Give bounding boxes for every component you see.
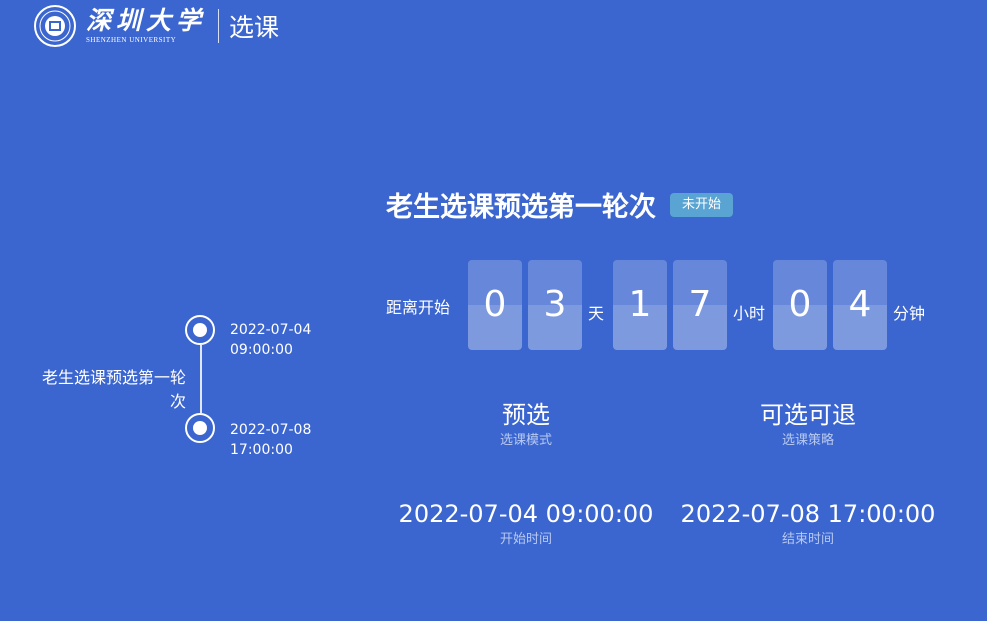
course-selection-page: 深圳大学 SHENZHEN UNIVERSITY 选课 老生选课预选第一轮次 2…	[0, 0, 987, 621]
timeline-end-date: 2022-07-08	[230, 422, 312, 438]
selection-mode-value: 预选	[502, 401, 550, 429]
selection-mode-label: 选课模式	[499, 433, 552, 448]
round-title: 老生选课预选第一轮次	[386, 192, 656, 223]
selection-strategy-label: 选课策略	[781, 433, 834, 448]
countdown: 距离开始 0 3 天 1 7 小时 0 4 分钟	[386, 260, 946, 350]
countdown-hours-unit: 小时	[733, 304, 766, 323]
timeline-start-dot	[185, 315, 215, 345]
countdown-minutes-ones: 4	[833, 260, 887, 350]
header: 深圳大学 SHENZHEN UNIVERSITY 选课	[30, 4, 279, 48]
start-time: 2022-07-04 09:00:00 开始时间	[376, 499, 676, 549]
selection-mode: 预选 选课模式	[376, 400, 676, 450]
start-time-label: 开始时间	[499, 532, 552, 547]
timeline-end-time: 17:00:00	[230, 442, 293, 458]
page-title: 选课	[229, 13, 280, 42]
end-time-label: 结束时间	[781, 532, 834, 547]
university-logo-text: 深圳大学 SHENZHEN UNIVERSITY	[86, 8, 206, 44]
header-divider	[218, 9, 220, 43]
countdown-days-tens: 0	[468, 260, 522, 350]
status-badge: 未开始	[670, 192, 734, 217]
timeline-round-name[interactable]: 老生选课预选第一轮次	[36, 366, 186, 414]
countdown-hours-tens: 1	[613, 260, 667, 350]
timeline-start: 2022-07-04 09:00:00	[230, 320, 311, 360]
countdown-minutes-unit: 分钟	[893, 304, 926, 323]
countdown-days-ones: 3	[528, 260, 582, 350]
countdown-minutes-tens: 0	[773, 260, 827, 350]
countdown-lead-label: 距离开始	[386, 298, 451, 317]
selection-strategy-value: 可选可退	[760, 401, 856, 429]
timeline-start-date: 2022-07-04	[230, 322, 312, 338]
start-time-value: 2022-07-04 09:00:00	[398, 500, 654, 528]
university-name-en: SHENZHEN UNIVERSITY	[86, 36, 177, 44]
timeline-end: 2022-07-08 17:00:00	[230, 420, 311, 460]
round-timeline: 老生选课预选第一轮次 2022-07-04 09:00:00 2022-07-0…	[30, 310, 330, 460]
timeline-start-time: 09:00:00	[230, 342, 293, 358]
end-time: 2022-07-08 17:00:00 结束时间	[658, 499, 958, 549]
timeline-line	[200, 345, 202, 413]
timeline-end-dot	[185, 413, 215, 443]
round-heading: 老生选课预选第一轮次 未开始	[386, 185, 734, 224]
countdown-hours-ones: 7	[673, 260, 727, 350]
university-seal-icon	[34, 5, 76, 47]
end-time-value: 2022-07-08 17:00:00	[680, 500, 936, 528]
university-name-cn: 深圳大学	[86, 6, 207, 35]
countdown-days-unit: 天	[588, 304, 605, 323]
selection-strategy: 可选可退 选课策略	[658, 400, 958, 450]
